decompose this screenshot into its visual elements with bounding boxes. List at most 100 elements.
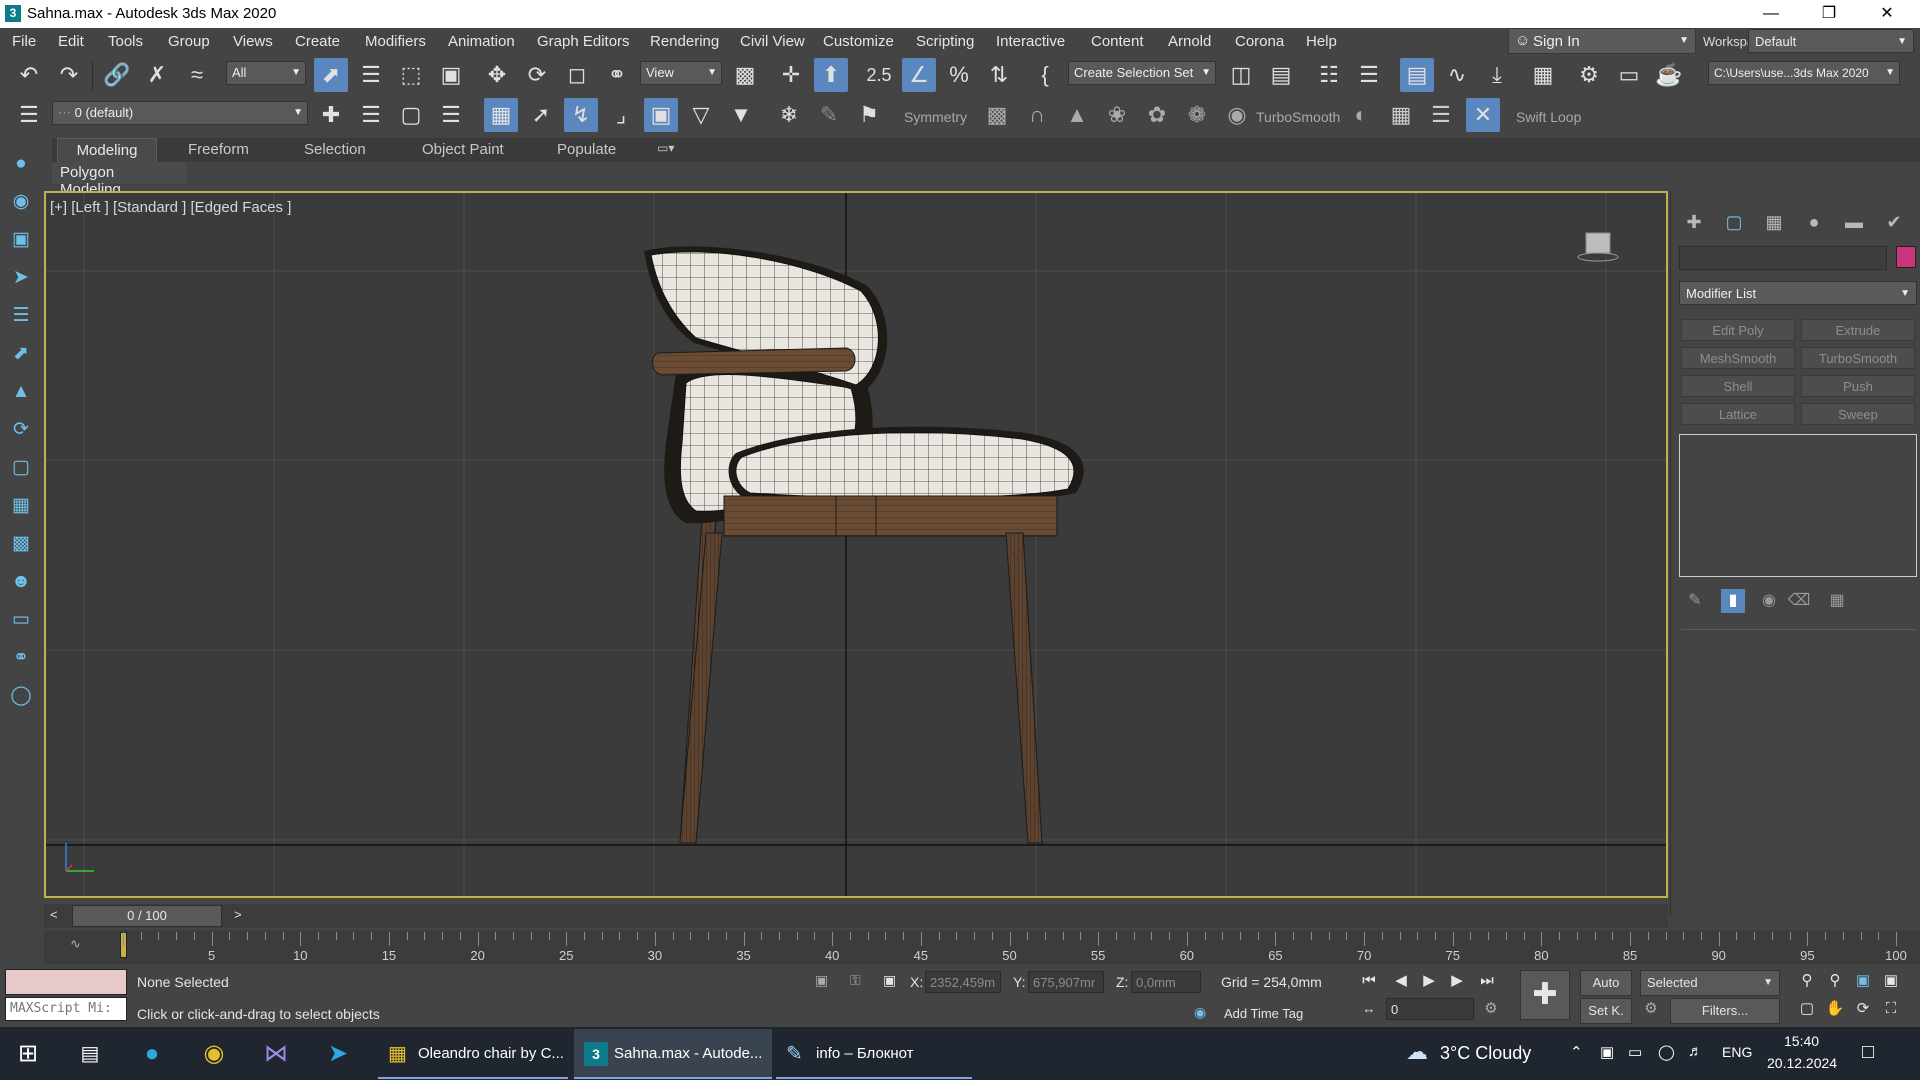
device-icon[interactable]: ▣ [1600, 1043, 1614, 1061]
menu-views[interactable]: Views [233, 33, 273, 50]
align-icon[interactable]: ▤ [1264, 58, 1298, 92]
meshsmooth-button[interactable]: MeshSmooth [1681, 347, 1795, 369]
clock-time[interactable]: 15:40 [1784, 1033, 1819, 1049]
orbit-icon[interactable]: ⟳ [1852, 998, 1874, 1020]
time-slider-thumb[interactable]: 0 / 100 [72, 905, 222, 927]
tab-freeform[interactable]: Freeform [188, 141, 249, 158]
menu-arnold[interactable]: Arnold [1168, 33, 1211, 50]
menu-file[interactable]: File [12, 33, 36, 50]
vertex-tool-icon[interactable]: ↯ [564, 98, 598, 132]
frame-icon[interactable]: ▭ [7, 606, 35, 634]
named-selection-dropdown[interactable]: Create Selection Set ▼ [1068, 61, 1216, 85]
windows-start-icon[interactable]: ⊞ [8, 1035, 48, 1073]
scene-explorer-icon[interactable]: ☷ [1312, 58, 1346, 92]
track-bar[interactable]: ∿ 5 10 15 20 25 30 35 40 45 50 55 60 65 70 75 80 85 90 95 1… [44, 930, 1920, 964]
auto-key-button[interactable]: Auto [1580, 970, 1632, 996]
go-to-end-icon[interactable]: ⏭ [1476, 970, 1498, 992]
sweep-button[interactable]: Sweep [1801, 403, 1915, 425]
maximize-viewport-icon[interactable]: ⛶ [1880, 998, 1902, 1020]
noise-icon[interactable]: ✿ [1140, 98, 1174, 132]
maxscript-listener-output[interactable] [5, 969, 127, 995]
current-frame-field[interactable]: 0 [1386, 998, 1474, 1020]
maxscript-mini-listener[interactable]: MAXScript Mi: [5, 997, 127, 1021]
zoom-all-icon[interactable]: ⚲ [1824, 970, 1846, 992]
telegram-icon[interactable]: ➤ [318, 1035, 358, 1073]
move-icon[interactable]: ✥ [480, 58, 514, 92]
polygon-modeling-panel[interactable]: Polygon Modeling [52, 162, 187, 198]
show-hidden-icons[interactable]: ⌃ [1570, 1043, 1583, 1061]
select-object-icon[interactable]: ⬈ [314, 58, 348, 92]
lattice-button[interactable]: Lattice [1681, 403, 1795, 425]
pan-hand-icon[interactable]: ✋ [1824, 998, 1846, 1020]
symmetry-label[interactable]: Symmetry [904, 109, 967, 125]
pin-stack-icon[interactable]: ✎ [1683, 589, 1707, 613]
task-notepad[interactable]: ✎ info – Блокнот [776, 1029, 972, 1079]
time-slider[interactable]: < 0 / 100 > [44, 904, 1668, 928]
tab-populate[interactable]: Populate [557, 141, 616, 158]
absolute-mode-icon[interactable]: ▣ [883, 972, 896, 989]
utilities-tab-icon[interactable]: ✔ [1879, 209, 1909, 235]
keyboard-shortcut-override-icon[interactable]: ⬆ [814, 58, 848, 92]
cube-icon[interactable]: ▢ [7, 454, 35, 482]
undo-icon[interactable]: ↶ [12, 58, 46, 92]
create-layer-icon[interactable]: ✚ [314, 98, 348, 132]
restore-button[interactable]: ❐ [1800, 0, 1858, 28]
layer-dropdown[interactable]: ⋯ 0 (default) ▼ [52, 101, 308, 125]
y-coordinate-field[interactable]: 675,907mr [1028, 971, 1104, 993]
element-tool-icon[interactable]: ▽ [684, 98, 718, 132]
volume-icon[interactable]: ♬ [1688, 1043, 1703, 1060]
place-icon[interactable]: ⚭ [600, 58, 634, 92]
menu-content[interactable]: Content [1091, 33, 1144, 50]
vertex-icon[interactable]: ▲ [7, 378, 35, 406]
menu-help[interactable]: Help [1306, 33, 1337, 50]
lightbulb-icon[interactable]: ● [7, 150, 35, 178]
material-editor-icon[interactable]: ▦ [1526, 58, 1560, 92]
schematic-view-icon[interactable]: ⤓ [1480, 58, 1514, 92]
bulb-icon[interactable]: ◯ [7, 682, 35, 710]
lock-icon[interactable]: ⚿ [850, 972, 861, 989]
shell-button[interactable]: Shell [1681, 375, 1795, 397]
set-key-icon[interactable]: ✚ [1520, 970, 1570, 1020]
layer-manager-icon[interactable]: ☰ [12, 98, 46, 132]
clock-date[interactable]: 20.12.2024 [1767, 1055, 1837, 1071]
sign-in-dropdown[interactable]: ☺ Sign In ▼ [1508, 28, 1696, 54]
edit-poly-button[interactable]: Edit Poly [1681, 319, 1795, 341]
tab-object-paint[interactable]: Object Paint [422, 141, 504, 158]
twist-icon[interactable]: ❀ [1100, 98, 1134, 132]
menu-scripting[interactable]: Scripting [916, 33, 974, 50]
close-button[interactable]: ✕ [1858, 0, 1916, 28]
viewport-left[interactable]: [+] [Left ] [Standard ] [Edged Faces ] [44, 191, 1668, 898]
menu-customize[interactable]: Customize [823, 33, 894, 50]
percent-snap-icon[interactable]: % [942, 58, 976, 92]
key-mode-icon[interactable]: ⚙ [1640, 998, 1662, 1020]
panel-icon[interactable]: ▩ [7, 530, 35, 558]
flag-icon[interactable]: ⚑ [852, 98, 886, 132]
time-config-arrows-icon[interactable]: ↔ [1358, 998, 1380, 1020]
taper-icon[interactable]: ▲ [1060, 98, 1094, 132]
link-icon[interactable]: 🔗 [100, 58, 134, 92]
rotate-icon[interactable]: ⟳ [520, 58, 554, 92]
shell-icon[interactable]: ◐ [1344, 98, 1378, 132]
tab-selection[interactable]: Selection [304, 141, 366, 158]
checker-icon[interactable]: ▦ [1384, 98, 1418, 132]
key-filter-dropdown[interactable]: Selected ▼ [1640, 970, 1780, 996]
lattice-icon[interactable]: ▩ [980, 98, 1014, 132]
edit-named-selection-icon[interactable]: { [1028, 58, 1062, 92]
create-tab-icon[interactable]: ✚ [1679, 209, 1709, 235]
remove-modifier-icon[interactable]: ⌫ [1787, 589, 1811, 613]
zoom-extents-icon[interactable]: ▣ [1852, 970, 1874, 992]
viewport-label[interactable]: [+] [Left ] [Standard ] [Edged Faces ] [50, 199, 291, 216]
menu-create[interactable]: Create [295, 33, 340, 50]
viewcube[interactable] [1576, 231, 1620, 263]
menu-animation[interactable]: Animation [448, 33, 515, 50]
next-frame-icon[interactable]: ▶ [1446, 970, 1468, 992]
push-button[interactable]: Push [1801, 375, 1915, 397]
orbit-icon[interactable]: ⚭ [7, 644, 35, 672]
menu-modifiers[interactable]: Modifiers [365, 33, 426, 50]
border-tool-icon[interactable]: ⌟ [604, 98, 638, 132]
rendered-frame-window-icon[interactable]: ▭ [1612, 58, 1646, 92]
field-of-view-icon[interactable]: ▢ [1796, 998, 1818, 1020]
time-configuration-icon[interactable]: ⚙ [1480, 998, 1502, 1020]
chair-model[interactable] [46, 193, 1668, 898]
motion-tab-icon[interactable]: ● [1799, 209, 1829, 235]
